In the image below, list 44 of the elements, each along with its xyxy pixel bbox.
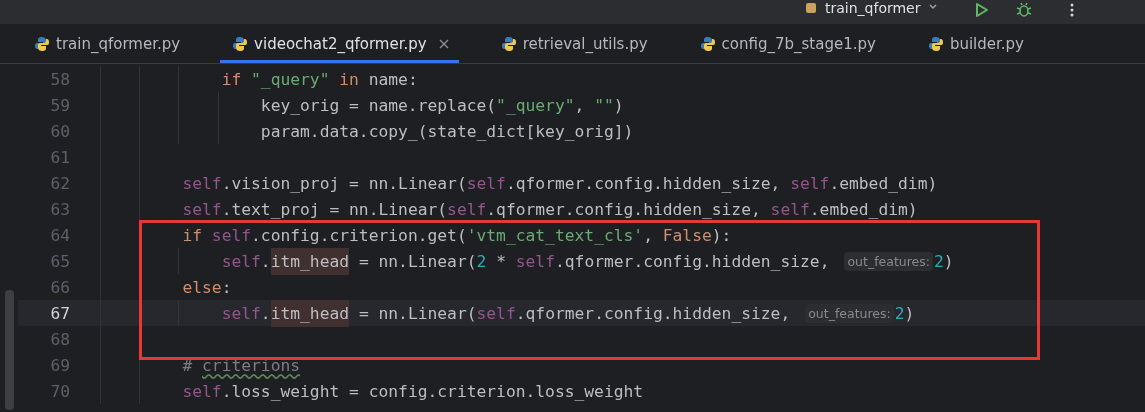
file-type-icon — [699, 35, 716, 52]
line-number: 58 — [49, 69, 70, 89]
file-type-icon — [500, 35, 517, 52]
file-tab[interactable]: builder.py — [927, 24, 1034, 63]
code-text: # criterions — [181, 355, 301, 375]
debug-icon[interactable] — [1016, 2, 1033, 18]
code-text: key_orig = name.replace("_query", "") — [259, 95, 624, 115]
line-number: 61 — [49, 147, 70, 167]
line-number: 67 — [49, 303, 70, 323]
code-text: self.vision_proj = nn.Linear(self.qformer.config.hidden_size, self.embed_dim) — [181, 173, 938, 193]
line-number: 64 — [49, 225, 70, 245]
file-type-icon — [232, 35, 249, 52]
run-configuration[interactable]: train_qformer — [825, 0, 921, 16]
line-number: 66 — [49, 277, 70, 297]
code-text: 2) — [894, 303, 915, 323]
file-tab[interactable]: videochat2_qformer.py — [220, 24, 459, 63]
code-text: if self.config.criterion.get('vtm_cat_text_cls', False): — [181, 225, 732, 245]
line-number: 65 — [49, 251, 70, 271]
code-text: param.data.copy_(state_dict[key_orig]) — [259, 121, 634, 141]
code-text: self.text_proj = nn.Linear(self.qformer.config.hidden_size, self.embed_dim) — [181, 199, 918, 219]
scrollbar-thumb[interactable] — [5, 290, 14, 410]
line-number: 70 — [49, 381, 70, 401]
code-text: if "_query" in name: — [220, 69, 418, 89]
code-text: 2) — [934, 251, 954, 271]
file-tab[interactable]: train_qformer.py — [34, 24, 191, 63]
code-text: else: — [181, 277, 232, 297]
run-icon[interactable] — [974, 2, 991, 18]
file-type-icon — [927, 35, 944, 52]
line-number: 60 — [49, 121, 70, 141]
inlay-hint: out_features: — [805, 303, 894, 323]
close-icon[interactable] — [438, 38, 449, 49]
more-icon[interactable] — [1070, 2, 1075, 18]
file-tab[interactable]: config_7b_stage1.py — [699, 24, 886, 63]
line-number: 59 — [49, 95, 70, 115]
line-number: 69 — [49, 355, 70, 375]
line-number: 62 — [49, 173, 70, 193]
file-tab[interactable]: retrieval_utils.py — [500, 24, 658, 63]
config-icon — [805, 2, 817, 14]
file-type-icon — [34, 35, 50, 52]
line-number: 68 — [49, 329, 70, 349]
inlay-hint: out_features: — [844, 251, 933, 271]
code-text: self.loss_weight = config.criterion.loss_weight — [181, 381, 644, 401]
line-number: 63 — [49, 199, 70, 219]
caret-icon[interactable] — [928, 2, 939, 12]
